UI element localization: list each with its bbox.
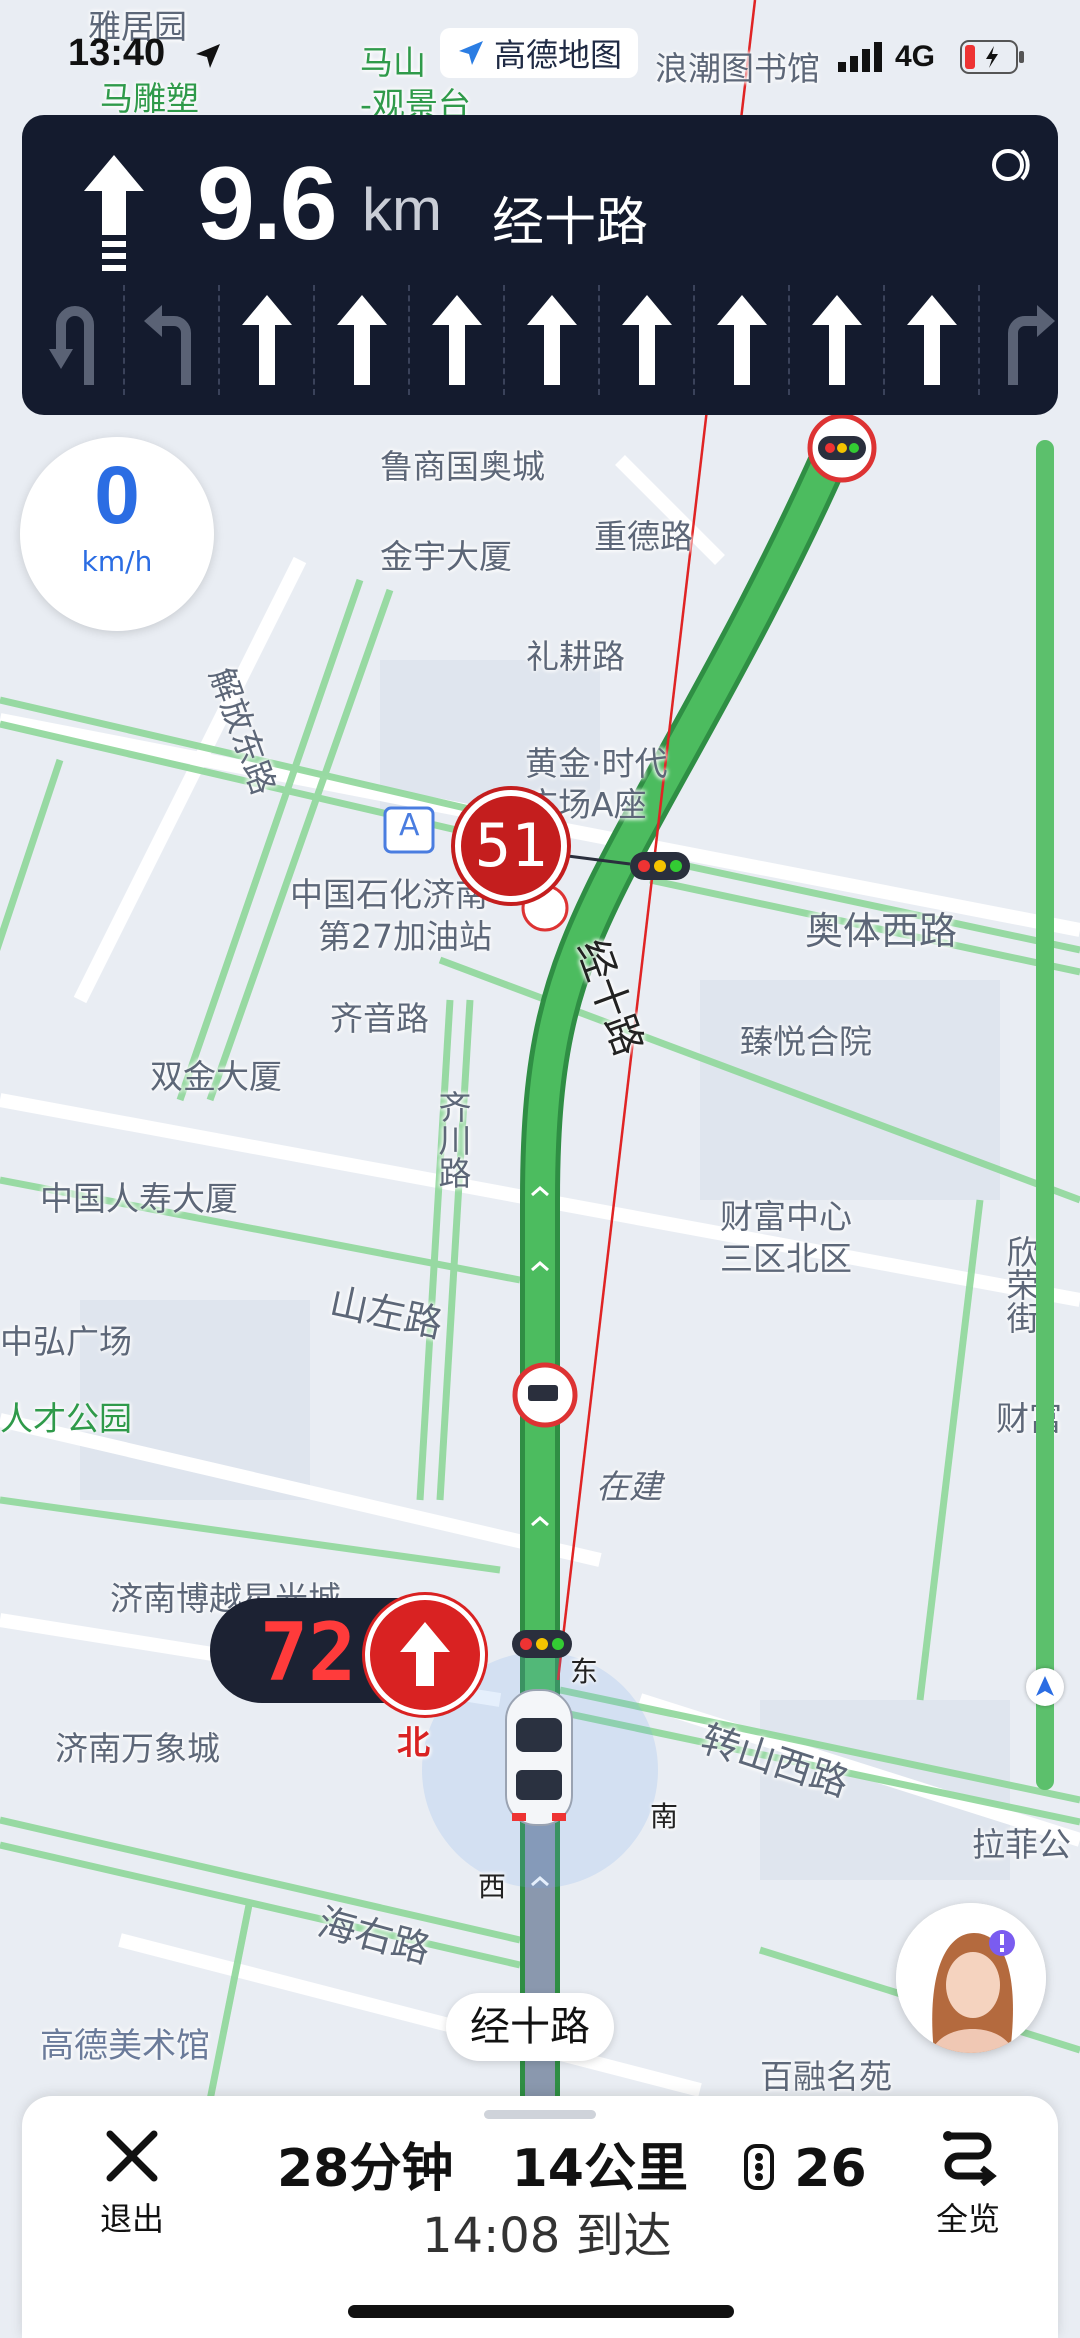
overview-label: 全览 xyxy=(935,2200,1000,2238)
straight-lane-icon xyxy=(906,295,957,385)
drag-handle[interactable] xyxy=(484,2110,596,2119)
lane-left-uturn xyxy=(30,285,123,395)
turn-left-icon xyxy=(143,305,191,385)
straight-lane-icon xyxy=(241,295,292,385)
arrival-time: 14:08 到达 xyxy=(422,2208,672,2264)
speed-limit-ahead-badge: 51 xyxy=(455,790,567,902)
lane-straight xyxy=(788,285,883,395)
current-road-pill: 经十路 xyxy=(446,1993,614,2061)
heading-arrow-icon xyxy=(365,1595,485,1715)
uturn-left-icon xyxy=(48,306,94,385)
lane-straight xyxy=(313,285,408,395)
map-label-jinyu[interactable]: 金宇大厦 xyxy=(380,530,512,578)
distance-unit: km xyxy=(362,176,442,243)
lane-straight xyxy=(883,285,978,395)
straight-lane-icon xyxy=(526,295,577,385)
current-speed-limit-value: 72 xyxy=(260,1606,357,1699)
lane-right xyxy=(978,285,1073,395)
straight-lane-icon xyxy=(811,295,862,385)
map-label-aoti[interactable]: 奥体西路 xyxy=(805,900,957,955)
compass-east: 东 xyxy=(570,1655,599,1688)
progress-position-marker xyxy=(1026,1668,1064,1706)
map-label-art-museum[interactable]: 高德美术馆 xyxy=(40,2018,210,2067)
compass-south: 南 xyxy=(650,1800,679,1833)
signal-icon xyxy=(838,42,882,72)
map-label-zhonghong[interactable]: 中弘广场 xyxy=(0,1315,132,1363)
current-speed-display: 0 km/h xyxy=(20,437,214,631)
voice-settings-icon[interactable] xyxy=(978,135,1038,195)
exit-navigation-button[interactable]: 退出 xyxy=(72,2126,192,2240)
app-tag-label: 高德地图 xyxy=(494,36,623,74)
app-tag[interactable]: 高德地图 xyxy=(440,28,639,78)
speed-unit: km/h xyxy=(81,545,153,578)
traffic-light-icon xyxy=(744,2144,775,2190)
close-icon xyxy=(106,2130,158,2182)
poi-a-marker[interactable]: A xyxy=(399,808,420,843)
route-overview-icon xyxy=(943,2131,997,2187)
map-label-lafei[interactable]: 拉菲公 xyxy=(972,1818,1071,1866)
map-label-sinopec-2[interactable]: 第27加油站 xyxy=(318,910,492,958)
next-road-name: 经十路 xyxy=(492,193,649,253)
overview-button[interactable]: 全览 xyxy=(908,2126,1028,2240)
map-label-shuangjin[interactable]: 双金大厦 xyxy=(150,1050,282,1098)
location-arrow-icon xyxy=(196,44,220,68)
network-type: 4G xyxy=(895,40,936,73)
distance-value: 9.6 xyxy=(197,146,338,262)
lane-left xyxy=(123,285,218,395)
map-label-caifu-1[interactable]: 财富中心 xyxy=(720,1190,852,1238)
assistant-avatar-icon xyxy=(896,1903,1046,2053)
trip-distance: 14公里 xyxy=(511,2139,688,2199)
trip-info: 28分钟 14公里 26 xyxy=(277,2126,867,2201)
trip-summary-bar[interactable]: 退出 28分钟 14公里 26 14:08 到达 全览 xyxy=(22,2096,1058,2338)
map-label-wanxiang[interactable]: 济南万象城 xyxy=(55,1722,220,1770)
status-bar: 13:40 高德地图 4G xyxy=(0,0,1080,110)
map-label-zhongde[interactable]: 重德路 xyxy=(594,510,693,558)
map-label-renshou[interactable]: 中国人寿大厦 xyxy=(40,1172,238,1220)
map-label-bairong[interactable]: 百融名苑 xyxy=(760,2050,892,2098)
battery-icon xyxy=(960,40,1024,74)
map-label-qiyin[interactable]: 齐音路 xyxy=(330,992,429,1040)
turn-guidance-panel[interactable]: 9.6 km 经十路 xyxy=(22,115,1058,415)
compass-west: 西 xyxy=(478,1870,507,1903)
straight-lane-icon xyxy=(431,295,482,385)
compass-north: 北 xyxy=(397,1723,430,1762)
lane-straight xyxy=(503,285,598,395)
traffic-light-count: 26 xyxy=(794,2139,867,2199)
speed-value: 0 xyxy=(94,450,140,541)
straight-lane-icon xyxy=(336,295,387,385)
map-label-caifu-2[interactable]: 三区北区 xyxy=(720,1232,852,1280)
turn-right-icon xyxy=(1007,305,1055,385)
map-label-lushang[interactable]: 鲁商国奥城 xyxy=(380,440,545,488)
lane-straight xyxy=(693,285,788,395)
lane-straight xyxy=(598,285,693,395)
home-indicator[interactable] xyxy=(348,2305,734,2318)
voice-assistant-avatar[interactable] xyxy=(896,1903,1046,2053)
straight-arrow-icon xyxy=(84,155,144,271)
lane-straight xyxy=(218,285,313,395)
map-label-rencai[interactable]: 人才公园 xyxy=(0,1392,132,1440)
route-progress-bar xyxy=(1036,440,1054,1790)
trip-time: 28分钟 xyxy=(277,2139,454,2199)
lane-straight xyxy=(408,285,503,395)
lane-guidance xyxy=(30,285,1073,395)
map-label-qichuan[interactable]: 齐川路 xyxy=(428,1090,476,1189)
exit-label: 退出 xyxy=(99,2200,164,2238)
navigation-arrow-icon xyxy=(1036,1676,1054,1696)
map-label-zhenyue[interactable]: 臻悦合院 xyxy=(740,1015,872,1063)
amap-logo-icon xyxy=(459,41,483,65)
map-label-sinopec-1[interactable]: 中国石化济南 xyxy=(290,868,488,916)
map-label-ligeng[interactable]: 礼耕路 xyxy=(526,630,625,678)
map-label-zaijian[interactable]: 在建 xyxy=(596,1460,662,1508)
straight-lane-icon xyxy=(716,295,767,385)
straight-lane-icon xyxy=(621,295,672,385)
status-time: 13:40 xyxy=(68,32,166,74)
